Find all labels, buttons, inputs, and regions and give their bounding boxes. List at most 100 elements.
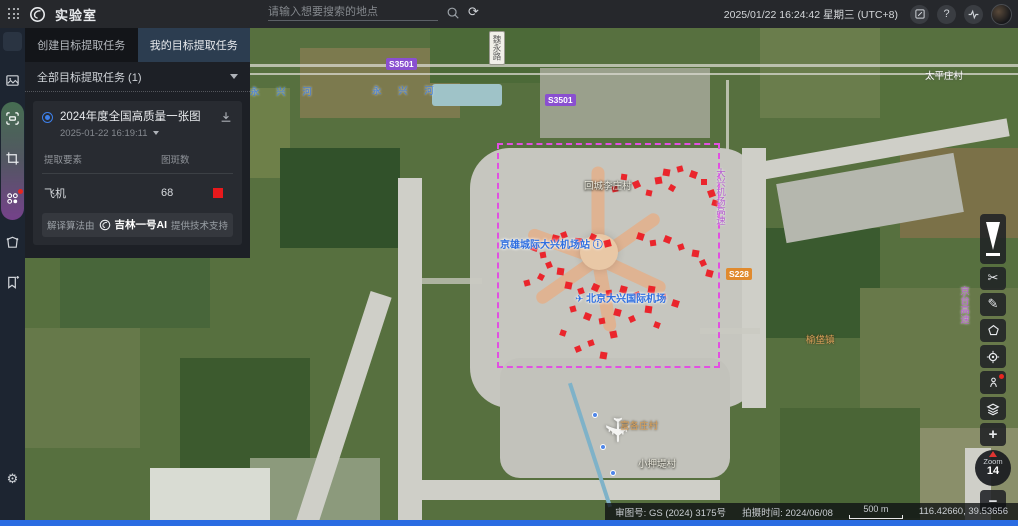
activity-icon[interactable] xyxy=(964,5,983,24)
status-bar: 审图号: GS (2024) 3175号 拍摄时间: 2024/06/08 50… xyxy=(605,503,1018,520)
field-patch xyxy=(780,408,920,518)
map-marker[interactable] xyxy=(592,412,598,418)
layers-button[interactable] xyxy=(980,397,1006,420)
map-label: 京台高速 xyxy=(956,286,970,324)
ai-apps-icon[interactable] xyxy=(0,186,25,211)
detection-box[interactable] xyxy=(654,176,662,184)
polygon-tool-button[interactable] xyxy=(980,319,1006,342)
cursor-coordinates: 116.42660, 39.53656 xyxy=(919,506,1008,517)
dial-pointer-icon xyxy=(989,451,997,457)
draw-tool-button[interactable]: ✎ xyxy=(980,293,1006,316)
detection-box[interactable] xyxy=(540,252,547,259)
detection-box[interactable] xyxy=(599,318,606,325)
taxiway xyxy=(422,278,482,284)
detection-box[interactable] xyxy=(691,249,699,257)
detection-box[interactable] xyxy=(650,240,657,247)
map-label: 魏永路 xyxy=(489,31,505,65)
capture-value: 2024/06/08 xyxy=(785,508,833,519)
industrial-area xyxy=(150,468,270,520)
feedback-note-icon[interactable] xyxy=(910,5,929,24)
zoom-level-dial[interactable]: Zoom 14 xyxy=(975,450,1011,486)
map-marker[interactable] xyxy=(610,470,616,476)
map-label: 富各庄村 xyxy=(620,418,658,432)
algorithm-credit: 解译算法由 吉林一号AI 提供技术支持 xyxy=(42,213,233,237)
help-icon[interactable]: ? xyxy=(937,5,956,24)
detection-box[interactable] xyxy=(701,179,707,185)
map-label: 大兴机场高速 xyxy=(712,168,726,225)
feature-color-swatch[interactable] xyxy=(213,188,223,198)
map-label[interactable]: ✈ 北京大兴国际机场 xyxy=(575,290,666,305)
map-label: 永 兴 河 xyxy=(250,84,319,98)
task-filter-label: 全部目标提取任务 (1) xyxy=(37,69,142,85)
detection-box[interactable] xyxy=(564,281,572,289)
license-value: GS (2024) 3175号 xyxy=(649,508,726,519)
detection-box[interactable] xyxy=(599,351,607,359)
task-panel: 创建目标提取任务 我的目标提取任务 全部目标提取任务 (1) 2024年度全国高… xyxy=(25,28,250,258)
map-label: 回城李庄村 xyxy=(584,178,632,192)
credit-suffix: 提供技术支持 xyxy=(171,218,228,232)
bottom-blue-strip xyxy=(0,520,1018,526)
user-avatar[interactable] xyxy=(991,4,1012,25)
polygon-draw-icon[interactable] xyxy=(0,230,25,255)
chevron-down-icon xyxy=(230,74,238,79)
swipe-compare-button[interactable] xyxy=(980,214,1006,264)
detection-box[interactable] xyxy=(645,189,652,196)
tab-my-tasks[interactable]: 我的目标提取任务 xyxy=(138,28,251,62)
locate-button[interactable] xyxy=(980,345,1006,368)
search-input[interactable] xyxy=(268,4,438,21)
detection-box[interactable] xyxy=(557,268,565,276)
runway-west xyxy=(398,178,422,520)
street-view-button[interactable] xyxy=(980,371,1006,394)
zoom-label: Zoom xyxy=(983,458,1002,466)
apps-grid-icon[interactable] xyxy=(8,8,20,20)
road-shield: S228 xyxy=(726,268,752,280)
map-toolbar: ✂ ✎ + Zoom 14 − xyxy=(980,214,1006,513)
notification-badge xyxy=(999,374,1004,379)
crop-select-icon[interactable] xyxy=(0,146,25,171)
download-icon[interactable] xyxy=(219,110,233,124)
top-bar: 实验室 ⟳ 2025/01/22 16:24:42 星期三 (UTC+8) ? xyxy=(0,0,1018,28)
rail-top-button[interactable] xyxy=(3,32,22,51)
app-title: 实验室 xyxy=(55,5,97,24)
detection-box[interactable] xyxy=(609,330,617,338)
aoi-rectangle[interactable] xyxy=(497,143,720,368)
brand-logo-icon xyxy=(29,6,46,23)
zoom-in-button[interactable]: + xyxy=(980,423,1006,446)
map-label: 榆垡镇 xyxy=(806,332,835,346)
search-icon[interactable] xyxy=(446,6,460,20)
task-timestamp[interactable]: 2025-01-22 16:19:11 xyxy=(60,128,233,139)
table-row[interactable]: 飞机 68 xyxy=(42,174,233,213)
tab-create-task[interactable]: 创建目标提取任务 xyxy=(25,28,138,62)
zoom-level-value: 14 xyxy=(987,465,999,478)
scale-text: 500 m xyxy=(863,505,888,514)
detection-box[interactable] xyxy=(645,306,653,314)
reset-view-icon[interactable]: ⟳ xyxy=(468,5,479,20)
settings-gear-icon[interactable]: ⚙ xyxy=(0,467,25,492)
map-license: 审图号: GS (2024) 3175号 xyxy=(615,505,726,519)
field-patch xyxy=(180,358,310,468)
datetime-display: 2025/01/22 16:24:42 星期三 (UTC+8) xyxy=(724,7,898,22)
column-feature: 提取要素 xyxy=(44,152,161,166)
map-label: 太平庄村 xyxy=(925,68,963,82)
scale-bar: 500 m xyxy=(849,505,903,519)
bookmark-add-icon[interactable] xyxy=(0,270,25,295)
feature-name: 飞机 xyxy=(44,185,161,201)
map-label[interactable]: 京雄城际大兴机场站 ⓘ xyxy=(500,236,603,251)
gallery-icon[interactable] xyxy=(0,68,25,93)
brand-logo-icon xyxy=(99,219,111,231)
clip-tool-button[interactable]: ✂ xyxy=(980,267,1006,290)
forest-patch xyxy=(280,148,400,248)
capture-time: 拍摄时间: 2024/06/08 xyxy=(742,505,833,519)
swipe-wedge-icon xyxy=(986,222,1000,250)
task-filter-dropdown[interactable]: 全部目标提取任务 (1) xyxy=(25,62,250,92)
detection-box[interactable] xyxy=(662,168,670,176)
map-marker[interactable] xyxy=(600,444,606,450)
target-extract-icon[interactable] xyxy=(0,106,25,131)
task-radio[interactable] xyxy=(42,112,53,123)
task-card[interactable]: 2024年度全国高质量一张图 2025-01-22 16:19:11 提取要素 … xyxy=(33,101,242,245)
left-icon-rail: ⚙ xyxy=(0,28,25,520)
road xyxy=(232,64,1018,67)
chevron-down-icon xyxy=(153,131,159,135)
runway-south xyxy=(420,480,720,500)
task-title: 2024年度全国高质量一张图 xyxy=(60,110,201,125)
